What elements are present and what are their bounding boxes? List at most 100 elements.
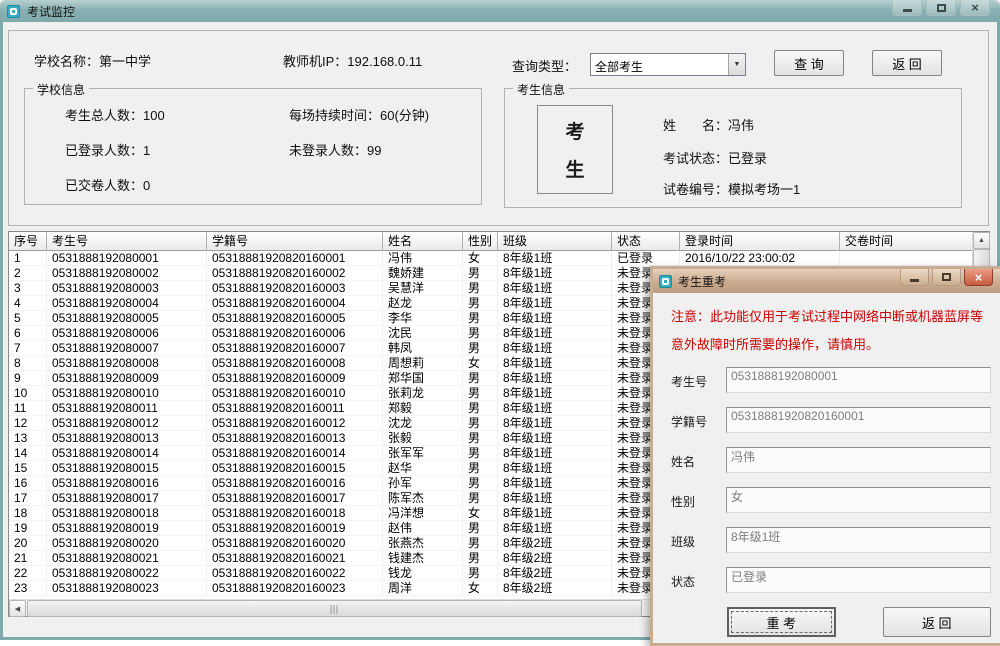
table-cell: 0531888192080010: [47, 386, 207, 401]
table-cell: 05318881920820160021: [207, 551, 383, 566]
school-name-field: 学校名称：第一中学: [34, 51, 151, 70]
table-cell: 05318881920820160020: [207, 536, 383, 551]
dialog-titlebar[interactable]: 考生重考 ×: [653, 269, 1000, 293]
close-button[interactable]: ×: [960, 0, 990, 16]
table-cell: 男: [463, 341, 498, 356]
table-cell: 0531888192080007: [47, 341, 207, 356]
dialog-minimize-button[interactable]: [900, 269, 929, 286]
table-cell: 张军军: [383, 446, 463, 461]
chevron-down-icon[interactable]: ▼: [728, 54, 745, 75]
table-cell: 0531888192080005: [47, 311, 207, 326]
table-cell: 3: [9, 281, 47, 296]
table-cell: 钱龙: [383, 566, 463, 581]
table-cell: 0531888192080003: [47, 281, 207, 296]
candidate-status-value: 已登录: [728, 151, 767, 166]
horizontal-scroll-thumb[interactable]: [27, 600, 642, 617]
table-cell: 8年级1班: [498, 386, 612, 401]
table-cell: 韩凤: [383, 341, 463, 356]
table-cell: 8年级1班: [498, 356, 612, 371]
minimize-button[interactable]: [892, 0, 922, 16]
column-header[interactable]: 登录时间: [680, 232, 840, 251]
table-cell: 0531888192080009: [47, 371, 207, 386]
column-header[interactable]: 交卷时间: [840, 232, 974, 251]
table-cell: 赵华: [383, 461, 463, 476]
table-cell: 8年级2班: [498, 551, 612, 566]
status-input[interactable]: [726, 567, 991, 593]
column-header[interactable]: 班级: [498, 232, 612, 251]
dialog-field-student-id: 学籍号: [671, 407, 991, 433]
column-header[interactable]: 学籍号: [207, 232, 383, 251]
column-header[interactable]: 状态: [612, 232, 680, 251]
query-type-select[interactable]: 全部考生 ▼: [590, 53, 746, 76]
column-header[interactable]: 性别: [463, 232, 498, 251]
table-cell: 周洋: [383, 581, 463, 596]
table-cell: [840, 251, 972, 266]
table-cell: 1: [9, 251, 47, 266]
warning-line-1: 注意：此功能仅用于考试过程中网络中断或机器蓝屏等: [671, 303, 991, 331]
table-cell: 05318881920820160004: [207, 296, 383, 311]
table-cell: 05318881920820160023: [207, 581, 383, 596]
table-cell: 8年级2班: [498, 581, 612, 596]
total-count-label: 考生总人数：: [65, 108, 143, 123]
table-cell: 赵伟: [383, 521, 463, 536]
dialog-maximize-icon: [942, 273, 951, 281]
column-header[interactable]: 姓名: [383, 232, 463, 251]
table-cell: 23: [9, 581, 47, 596]
table-cell: 0531888192080018: [47, 506, 207, 521]
dialog-warning-text: 注意：此功能仅用于考试过程中网络中断或机器蓝屏等 意外故障时所需要的操作，请慎用…: [671, 303, 991, 359]
dialog-close-button[interactable]: ×: [964, 269, 993, 286]
school-name-label: 学校名称：: [34, 54, 99, 69]
table-cell: 8年级1班: [498, 521, 612, 536]
table-cell: 男: [463, 551, 498, 566]
table-cell: 男: [463, 386, 498, 401]
table-row[interactable]: 1053188819208000105318881920820160001冯伟女…: [9, 251, 972, 266]
scroll-up-icon[interactable]: ▲: [973, 232, 990, 249]
table-cell: 赵龙: [383, 296, 463, 311]
table-cell: 钱建杰: [383, 551, 463, 566]
back-button-dialog[interactable]: 返 回: [883, 607, 991, 637]
table-cell: 15: [9, 461, 47, 476]
table-cell: 05318881920820160005: [207, 311, 383, 326]
table-cell: 05318881920820160010: [207, 386, 383, 401]
query-button[interactable]: 查 询: [774, 50, 844, 76]
table-cell: 0531888192080011: [47, 401, 207, 416]
table-cell: 13: [9, 431, 47, 446]
column-header[interactable]: 考生号: [47, 232, 207, 251]
back-button-main[interactable]: 返 回: [872, 50, 942, 76]
main-titlebar[interactable]: 考试监控 ×: [0, 0, 1000, 22]
dialog-maximize-button[interactable]: [932, 269, 961, 286]
student-id-input[interactable]: [726, 407, 991, 433]
unlogged-count-field: 未登录人数：99: [289, 140, 381, 159]
candidate-id-label: 考生号: [671, 367, 726, 390]
candidate-photo-placeholder: 考 生: [537, 105, 613, 194]
maximize-button[interactable]: [926, 0, 956, 16]
dialog-title: 考生重考: [678, 273, 726, 290]
column-header[interactable]: 序号: [9, 232, 47, 251]
scroll-left-icon[interactable]: ◀: [9, 600, 26, 617]
table-cell: 0531888192080014: [47, 446, 207, 461]
scroll-grip-icon: [330, 605, 339, 614]
gender-input[interactable]: [726, 487, 991, 513]
table-cell: 20: [9, 536, 47, 551]
duration-label: 每场持续时间：: [289, 108, 380, 123]
retake-button[interactable]: 重 考: [727, 607, 836, 637]
table-cell: 男: [463, 281, 498, 296]
table-cell: 0531888192080021: [47, 551, 207, 566]
dialog-field-class: 班级: [671, 527, 991, 553]
table-cell: 男: [463, 491, 498, 506]
name-input[interactable]: [726, 447, 991, 473]
table-cell: 0531888192080001: [47, 251, 207, 266]
window-title: 考试监控: [27, 3, 75, 20]
candidate-status-label: 考试状态：: [663, 151, 728, 166]
class-input[interactable]: [726, 527, 991, 553]
table-cell: 孙军: [383, 476, 463, 491]
candidate-id-input[interactable]: [726, 367, 991, 393]
photo-char-1: 考: [565, 117, 584, 144]
table-cell: 11: [9, 401, 47, 416]
table-cell: 女: [463, 251, 498, 266]
table-cell: 张燕杰: [383, 536, 463, 551]
table-cell: 6: [9, 326, 47, 341]
table-cell: 郑毅: [383, 401, 463, 416]
table-cell: 0531888192080006: [47, 326, 207, 341]
table-cell: 0531888192080023: [47, 581, 207, 596]
